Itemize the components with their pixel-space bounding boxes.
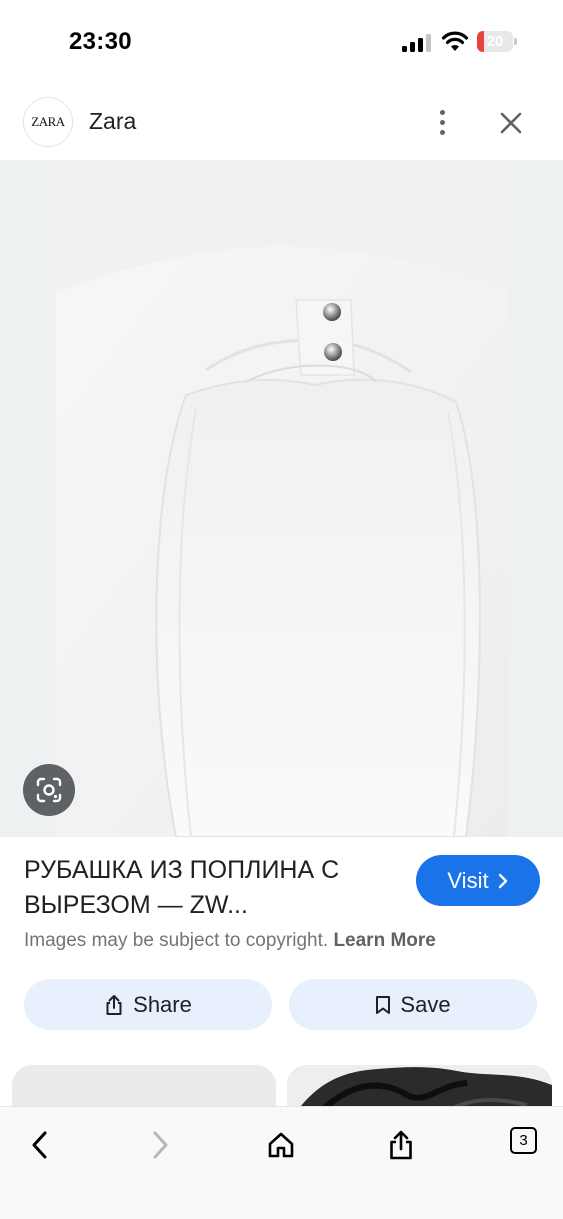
tabs-icon[interactable]: 3 xyxy=(510,1127,537,1154)
learn-more-link[interactable]: Learn More xyxy=(333,930,435,951)
tab-count: 3 xyxy=(519,1132,528,1149)
browser-toolbar: 3 xyxy=(0,1106,563,1219)
copyright-text: Images may be subject to copyright. xyxy=(24,930,329,951)
product-title[interactable]: РУБАШКА ИЗ ПОПЛИНА С ВЫРЕЗОМ — ZW... xyxy=(24,853,404,923)
share-label: Share xyxy=(133,991,192,1017)
product-image-viewer[interactable] xyxy=(0,160,563,837)
chevron-right-icon xyxy=(498,873,507,888)
status-bar: 23:30 20 xyxy=(0,0,563,86)
more-options-icon[interactable] xyxy=(428,104,456,140)
lens-icon xyxy=(36,777,62,803)
signal-icon xyxy=(402,34,432,52)
page: 23:30 20 ZARA Zara РУБАШКА ИЗ ПОПЛИНА С … xyxy=(0,0,563,1219)
share-icon xyxy=(106,994,122,1015)
visit-button[interactable]: Visit xyxy=(416,855,540,906)
save-button[interactable]: Save xyxy=(289,979,537,1030)
visit-label: Visit xyxy=(447,867,489,893)
battery-icon: 20 xyxy=(477,31,517,52)
site-logo-text: ZARA xyxy=(31,114,65,129)
back-arrow-icon[interactable] xyxy=(18,1123,62,1167)
status-time: 23:30 xyxy=(69,28,132,55)
forward-arrow-icon[interactable] xyxy=(138,1123,182,1167)
product-image[interactable] xyxy=(56,160,508,837)
site-logo[interactable]: ZARA xyxy=(23,97,73,147)
site-header: ZARA Zara xyxy=(0,86,563,160)
home-icon[interactable] xyxy=(259,1123,303,1167)
share-button[interactable]: Share xyxy=(24,979,272,1030)
save-label: Save xyxy=(400,991,451,1017)
battery-level: 20 xyxy=(486,33,504,50)
wifi-icon xyxy=(441,31,469,51)
copyright-notice: Images may be subject to copyright. Lear… xyxy=(24,930,436,952)
bookmark-icon xyxy=(376,995,391,1014)
site-name[interactable]: Zara xyxy=(89,108,136,135)
share-icon[interactable] xyxy=(379,1123,423,1167)
google-lens-button[interactable] xyxy=(23,764,75,816)
close-icon[interactable] xyxy=(495,107,527,139)
